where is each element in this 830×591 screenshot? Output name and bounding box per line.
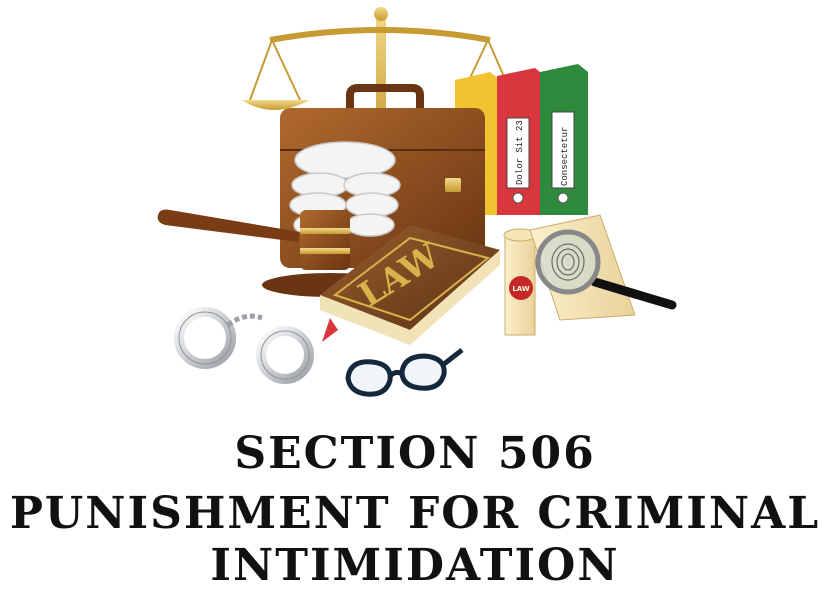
section-number-heading: SECTION 506	[234, 428, 596, 479]
legal-illustration: Dolor Sit 23 Consectetur LAW LAW	[157, 7, 677, 397]
binder-red-label: Dolor Sit 23	[515, 120, 525, 185]
section-title-line-1: PUNISHMENT FOR CRIMINAL	[9, 488, 821, 539]
section-title-line-2: INTIMIDATION	[210, 540, 620, 591]
handcuffs-icon	[174, 307, 314, 384]
glasses-icon	[345, 348, 464, 397]
binder-green-label: Consectetur	[560, 127, 570, 186]
seal-text: LAW	[512, 285, 530, 293]
